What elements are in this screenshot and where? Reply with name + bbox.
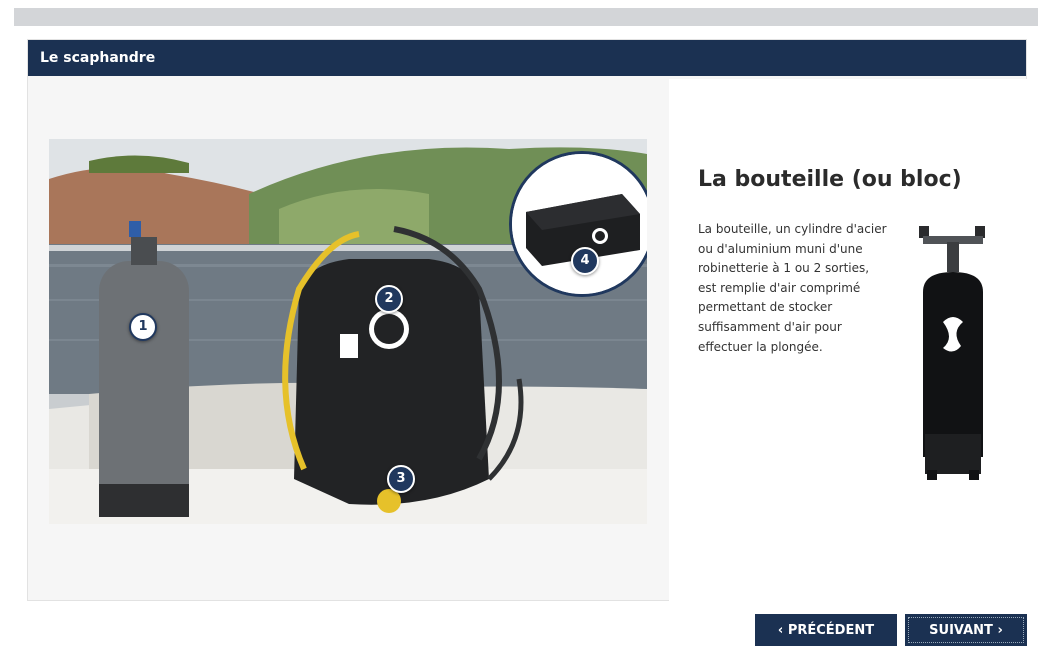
info-title: La bouteille (ou bloc) bbox=[698, 167, 962, 192]
marker-1[interactable]: 1 bbox=[129, 313, 157, 341]
previous-button[interactable]: ‹ PRÉCÉDENT bbox=[755, 614, 897, 646]
panel-header: Le scaphandre bbox=[28, 40, 1026, 76]
gear-bag-inset bbox=[509, 151, 647, 297]
scuba-tank-image bbox=[913, 222, 993, 492]
marker-3[interactable]: 3 bbox=[387, 465, 415, 493]
info-description: La bouteille, un cylindre d'acier ou d'a… bbox=[698, 222, 887, 354]
content-panel: Le scaphandre 1 2 3 4 La bouteille (ou b… bbox=[27, 39, 1027, 601]
chevron-right-icon: › bbox=[997, 623, 1003, 638]
scuba-equipment-photo: 1 2 3 4 bbox=[49, 139, 647, 524]
chevron-left-icon: ‹ bbox=[777, 623, 784, 638]
previous-button-label: PRÉCÉDENT bbox=[787, 623, 875, 638]
next-button-label: SUIVANT bbox=[929, 623, 993, 638]
next-button[interactable]: SUIVANT › bbox=[905, 614, 1027, 646]
info-panel: La bouteille (ou bloc) La bouteille, un … bbox=[669, 79, 1027, 601]
marker-2[interactable]: 2 bbox=[375, 285, 403, 313]
tank-illustration bbox=[919, 226, 985, 480]
top-progress-bar bbox=[14, 8, 1038, 26]
marker-4[interactable]: 4 bbox=[571, 247, 599, 275]
